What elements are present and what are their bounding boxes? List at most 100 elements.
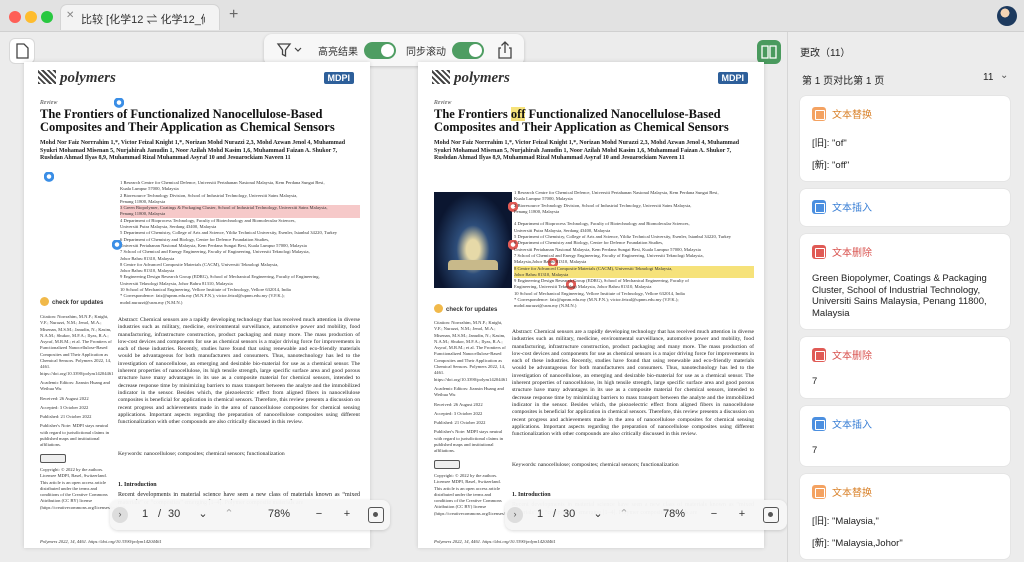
journal-logo-icon (38, 70, 56, 84)
text-replace-icon (812, 485, 826, 499)
zoom-out-button[interactable]: − (707, 508, 721, 522)
document-tab[interactable]: ✕ 比较 [化学12 ⇌ 化学12_修改] (60, 4, 220, 30)
zoom-level[interactable]: 78% (663, 508, 685, 520)
article-authors: Mohd Nor Faiz Norrrahim 1,*, Victor Feiz… (40, 140, 346, 161)
abstract-text: Abstract: Chemical sensors are a rapidly… (512, 329, 754, 438)
text-delete-icon (812, 245, 826, 259)
chevron-up-icon[interactable]: ⌃ (617, 508, 631, 522)
cc-license-icon (434, 459, 460, 469)
change-content: 7 (812, 376, 818, 387)
chevron-right-icon[interactable]: › (112, 507, 128, 523)
change-type-label: 文本删除 (832, 248, 872, 259)
zoom-out-button[interactable]: − (312, 508, 326, 522)
change-type-label: 文本替换 (832, 488, 872, 499)
graphical-abstract-image (434, 192, 512, 288)
minimize-window-button[interactable] (25, 11, 37, 23)
chevron-down-icon[interactable]: ⌄ (591, 508, 605, 522)
change-card[interactable]: 文本替换 [旧]: "Malaysia," [新]: "Malaysia,Johor… (800, 474, 1010, 559)
change-card-header: 文本替换 (812, 105, 998, 123)
zoom-window-button[interactable] (41, 11, 53, 23)
check-updates-badge[interactable]: check for updates (434, 304, 497, 313)
page-range-label: 第 1 页对比第 1 页 (802, 76, 885, 87)
chevron-right-icon[interactable]: › (507, 507, 523, 523)
sync-scroll-label: 同步滚动 (406, 47, 446, 58)
original-document-page: polymers MDPI Review The Frontiers of Fu… (24, 62, 370, 548)
check-updates-icon (434, 304, 443, 313)
close-window-button[interactable] (9, 11, 21, 23)
change-marker-icon[interactable] (44, 172, 54, 185)
change-card[interactable]: 文本插入 (800, 189, 1010, 226)
document-panel-button[interactable] (9, 38, 35, 64)
change-marker-icon[interactable] (112, 240, 122, 253)
zoom-level[interactable]: 78% (268, 508, 290, 520)
affiliations-list: 1 Research Centre for Chemical Defence, … (120, 180, 360, 306)
change-card[interactable]: 文本替换 [旧]: "of" [新]: "off" (800, 96, 1010, 181)
change-type-label: 文本插入 (832, 419, 872, 431)
right-viewer-controls: › 1 / 30 ⌄ ⌃ 78% − + (505, 500, 787, 530)
old-value: [旧]: "of" (812, 138, 847, 149)
fit-page-icon[interactable] (763, 507, 779, 523)
share-icon (498, 41, 512, 59)
avatar[interactable] (997, 6, 1017, 26)
text-replace-icon (812, 107, 826, 121)
filter-button[interactable] (276, 41, 304, 59)
side-by-side-button[interactable] (757, 40, 781, 64)
highlight-results-label: 高亮结果 (318, 47, 358, 58)
change-list: 文本替换 [旧]: "of" [新]: "off" 文本插入 文本删除 Green Bio… (800, 96, 1010, 562)
section-heading: 1. Introduction (512, 492, 551, 498)
change-type-label: 文本替换 (832, 110, 872, 121)
old-value: [旧]: "Malaysia," (812, 516, 879, 527)
document-icon (16, 43, 29, 59)
affiliation-line: mohd.nurazzi@usm.my (N.M.N.) (514, 303, 577, 309)
abstract-text: Abstract: Chemical sensors are a rapidly… (118, 317, 360, 426)
check-updates-badge[interactable]: check for updates (40, 297, 103, 306)
change-marker-icon[interactable] (114, 98, 124, 111)
keywords-text: Keywords: nanocellulose; composites; che… (512, 462, 679, 468)
fit-page-icon[interactable] (368, 507, 384, 523)
changed-text-highlight[interactable]: off (510, 107, 526, 121)
text-insert-icon (812, 416, 826, 431)
title-bar: ✕ 比较 [化学12 ⇌ 化学12_修改] + (0, 0, 1024, 32)
changes-panel: 更改（11） 第 1 页对比第 1 页 11 ⌄ 文本替换 [旧]: "of" [新… (787, 32, 1024, 562)
affiliation-line: mohd.nurazzi@usm.my (N.M.N.) (120, 299, 183, 305)
left-viewer-controls: › 1 / 30 ⌄ ⌃ 78% − + (110, 500, 390, 530)
tab-title: 比较 [化学12 ⇌ 化学12_修改] (81, 14, 205, 26)
page-number-input[interactable]: 1 (142, 508, 148, 520)
zoom-in-button[interactable]: + (340, 508, 354, 522)
share-button[interactable] (496, 41, 514, 59)
page-total: 30 (563, 508, 576, 520)
close-icon[interactable]: ✕ (66, 10, 74, 21)
publisher-logo: MDPI (323, 72, 354, 84)
cc-license-icon (40, 453, 66, 463)
page-footer: Polymers 2022, 14, 4461. https://doi.org… (40, 539, 162, 544)
check-updates-icon (40, 297, 49, 306)
article-authors: Mohd Nor Faiz Norrrahim 1,*, Victor Feiz… (434, 140, 740, 161)
changes-panel-title: 更改（11） (800, 48, 851, 59)
page-total: 30 (168, 508, 181, 520)
chevron-down-icon[interactable]: ⌄ (196, 508, 210, 522)
change-card-header: 文本删除 (812, 346, 998, 364)
journal-logo: polymers (38, 70, 116, 87)
journal-logo-icon (432, 70, 450, 84)
sync-scroll-toggle[interactable] (452, 42, 484, 59)
book-icon (761, 45, 777, 59)
chevron-up-icon[interactable]: ⌃ (222, 508, 236, 522)
journal-logo: polymers (432, 70, 510, 87)
page-number-input[interactable]: 1 (537, 508, 543, 520)
change-card[interactable]: 文本删除 7 (800, 337, 1010, 398)
article-title: The Frontiers of Functionalized Nanocell… (40, 107, 335, 134)
article-type: Review (434, 100, 452, 106)
change-type-label: 文本插入 (832, 203, 872, 214)
change-card[interactable]: 文本删除 Green Biopolymer, Coatings & Packagi… (800, 234, 1010, 329)
chevron-down-icon[interactable]: ⌄ (1000, 70, 1008, 81)
change-content: 7 (812, 444, 818, 456)
change-card[interactable]: 文本插入 7 (800, 405, 1010, 466)
page-footer: Polymers 2022, 14, 4461. https://doi.org… (434, 539, 556, 544)
highlight-results-toggle[interactable] (364, 42, 396, 59)
new-tab-button[interactable]: + (229, 7, 238, 23)
revised-document-page: polymers MDPI Review The Frontiers off F… (418, 62, 764, 548)
zoom-in-button[interactable]: + (735, 508, 749, 522)
publisher-logo: MDPI (717, 72, 748, 84)
page-change-count: 11 (983, 72, 994, 83)
change-card-header: 文本插入 (812, 198, 998, 216)
